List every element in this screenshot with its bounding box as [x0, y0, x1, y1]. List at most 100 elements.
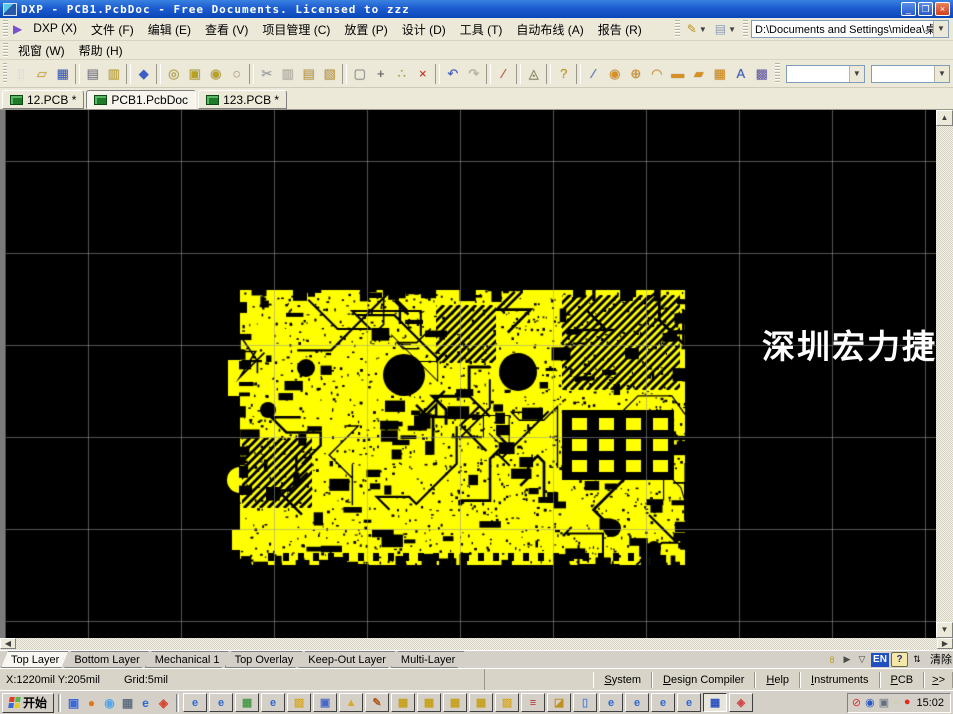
windows-icon[interactable]: ◈	[155, 694, 172, 711]
toolbar-separator[interactable]	[546, 64, 551, 84]
horizontal-scrollbar[interactable]: ◀ ▶	[0, 638, 953, 650]
horizontal-scroll-track[interactable]	[16, 638, 937, 650]
layer-tab[interactable]: Top Layer	[1, 651, 69, 668]
task-ie-3[interactable]: e	[261, 693, 285, 712]
ruler-tool-button[interactable]: ✎ ▼	[685, 21, 709, 37]
place-line-icon[interactable]: ∕	[583, 63, 604, 85]
open-icon[interactable]: ▱	[31, 63, 52, 85]
menu-item[interactable]: 查看 (V)	[198, 19, 255, 40]
layer-tab[interactable]: Mechanical 1	[145, 651, 230, 668]
show-desktop-icon[interactable]: ▣	[65, 694, 82, 711]
toolbar-separator[interactable]	[435, 64, 440, 84]
chevron-down-icon[interactable]: ▼	[849, 66, 864, 82]
toolbar-grip[interactable]	[675, 20, 680, 38]
task-books[interactable]: ≡	[521, 693, 545, 712]
menu-item[interactable]: 放置 (P)	[337, 19, 394, 40]
panel-button[interactable]: System	[593, 672, 652, 688]
task-folder-2[interactable]: ▨	[495, 693, 519, 712]
toolbar-separator[interactable]	[486, 64, 491, 84]
menu-item[interactable]: 自动布线 (A)	[509, 19, 590, 40]
place-polygon-icon[interactable]: ▰	[688, 63, 709, 85]
place-via-icon[interactable]: ⊕	[625, 63, 646, 85]
menu-item[interactable]: 编辑 (E)	[141, 19, 198, 40]
toolbar-separator[interactable]	[576, 64, 581, 84]
print-icon[interactable]: ▤	[82, 63, 103, 85]
layers-icon[interactable]: ◆	[133, 63, 154, 85]
document-tab[interactable]: 123.PCB *	[198, 90, 287, 109]
zoom-selection-icon[interactable]: ◉	[205, 63, 226, 85]
messenger-icon[interactable]: ◉	[101, 694, 118, 711]
toolbar-separator[interactable]	[249, 64, 254, 84]
task-ie-2[interactable]: e	[209, 693, 233, 712]
menu-item[interactable]: 报告 (R)	[591, 19, 649, 40]
task-folder-up[interactable]: ▲	[339, 693, 363, 712]
toolbar-separator[interactable]	[75, 64, 80, 84]
document-tab[interactable]: 12.PCB *	[2, 90, 84, 109]
menu-item[interactable]: 帮助 (H)	[72, 40, 130, 61]
scroll-down-icon[interactable]: ▼	[936, 622, 953, 638]
network-icon[interactable]: ▣	[879, 696, 889, 709]
scroll-right-icon[interactable]: ▶	[937, 638, 953, 649]
undo-icon[interactable]: ↶	[442, 63, 463, 85]
dither-icon[interactable]: ∴	[391, 63, 412, 85]
layer-tab[interactable]: Multi-Layer	[391, 651, 465, 668]
place-fill-icon[interactable]: ▬	[667, 63, 688, 85]
vertical-scrollbar[interactable]: ▲ ▼	[936, 110, 953, 638]
toolbar-grip[interactable]	[743, 20, 748, 38]
task-ie-5[interactable]: e	[625, 693, 649, 712]
redo-icon[interactable]: ↷	[463, 63, 484, 85]
zoom-area-icon[interactable]: ▣	[184, 63, 205, 85]
toolbar-separator[interactable]	[156, 64, 161, 84]
copy-icon[interactable]: ▥	[277, 63, 298, 85]
layer-tab[interactable]: Bottom Layer	[64, 651, 149, 668]
place-arc-icon[interactable]: ◠	[646, 63, 667, 85]
find-similar-icon[interactable]: ◬	[523, 63, 544, 85]
task-ie-7[interactable]: e	[677, 693, 701, 712]
sheet-tool-button[interactable]: ▤ ▼	[713, 21, 738, 37]
close-button[interactable]: ×	[935, 2, 950, 16]
task-dxp-active[interactable]: ▦	[703, 693, 727, 712]
paste-icon[interactable]: ▤	[298, 63, 319, 85]
expand-tabs-icon[interactable]: ▶	[840, 653, 854, 667]
scroll-up-icon[interactable]: ▲	[936, 110, 953, 126]
toolbar-grip[interactable]	[3, 20, 8, 38]
task-ie-1[interactable]: e	[183, 693, 207, 712]
paste-array-icon[interactable]: ▧	[319, 63, 340, 85]
clear-label[interactable]: 清除	[926, 652, 952, 668]
panel-more-button[interactable]: >>	[924, 672, 953, 688]
menu-item[interactable]: 设计 (D)	[395, 19, 453, 40]
toolbar-separator[interactable]	[516, 64, 521, 84]
place-component-icon[interactable]: ▩	[751, 63, 772, 85]
task-app-blue[interactable]: ▣	[313, 693, 337, 712]
component-combo[interactable]: ▼	[871, 65, 950, 83]
media-player-icon[interactable]: ●	[83, 694, 100, 711]
scroll-left-icon[interactable]: ◀	[0, 638, 16, 649]
task-ie-4[interactable]: e	[599, 693, 623, 712]
interactive-routing-icon[interactable]: ∕	[493, 63, 514, 85]
toolbar-grip[interactable]	[3, 43, 8, 57]
print-preview-icon[interactable]: ▥	[103, 63, 124, 85]
task-app-colorful[interactable]: ◈	[729, 693, 753, 712]
task-dxp-2[interactable]: ▦	[417, 693, 441, 712]
panel-button[interactable]: Design Compiler	[652, 672, 755, 688]
task-folder-1[interactable]: ▨	[287, 693, 311, 712]
bulb-idle-icon[interactable]: ○	[893, 696, 900, 709]
menu-item[interactable]: DXP (X)	[26, 19, 84, 40]
save-icon[interactable]: ▦	[52, 63, 73, 85]
restore-button[interactable]: ❐	[918, 2, 933, 16]
new-icon[interactable]: ▯	[10, 63, 31, 85]
help-icon[interactable]: ?	[553, 63, 574, 85]
toolbar-grip[interactable]	[3, 63, 7, 85]
toolbar-grip[interactable]	[775, 63, 779, 85]
vertical-scroll-track[interactable]	[936, 126, 953, 622]
toolbar-separator[interactable]	[126, 64, 131, 84]
task-dxp-4[interactable]: ▦	[469, 693, 493, 712]
zoom-document-icon[interactable]: ◎	[163, 63, 184, 85]
minimize-button[interactable]: _	[901, 2, 916, 16]
pcb-canvas[interactable]	[6, 110, 936, 638]
task-notepad-green[interactable]: ▦	[235, 693, 259, 712]
path-combo[interactable]: D:\Documents and Settings\midea\桌面 ▼	[751, 20, 949, 38]
task-dxp-1[interactable]: ▦	[391, 693, 415, 712]
select-area-icon[interactable]: ▢	[349, 63, 370, 85]
task-tool-hand[interactable]: ◪	[547, 693, 571, 712]
